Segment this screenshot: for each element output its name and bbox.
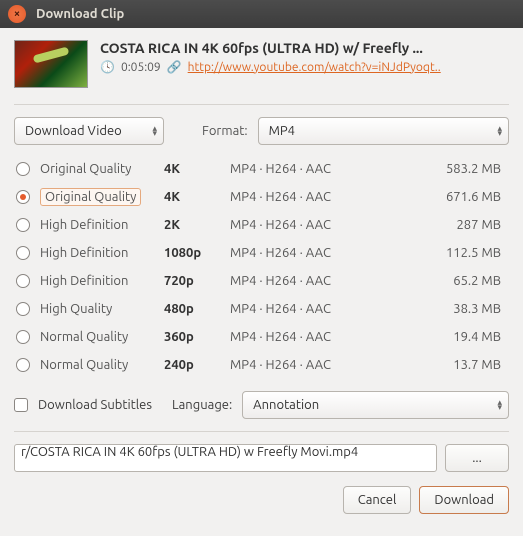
resolution: 1080p [164, 246, 230, 260]
quality-label: Normal Quality [40, 330, 164, 344]
quality-option[interactable]: Normal Quality 240p MP4 · H264 · AAC 13.… [14, 351, 509, 379]
radio-icon[interactable] [16, 330, 30, 344]
filesize: 38.3 MB [398, 302, 507, 316]
chevron-updown-icon: ▴▾ [497, 400, 502, 410]
radio-icon[interactable] [16, 358, 30, 372]
subtitles-checkbox[interactable] [14, 398, 28, 412]
output-path-input[interactable]: r/COSTA RICA IN 4K 60fps (ULTRA HD) w Fr… [14, 444, 437, 472]
separator [14, 104, 509, 105]
video-url[interactable]: http://www.youtube.com/watch?v=iNJdPyoqt… [188, 61, 441, 74]
codec: MP4 · H264 · AAC [230, 190, 398, 204]
codec: MP4 · H264 · AAC [230, 358, 398, 372]
download-button[interactable]: Download [419, 486, 509, 514]
resolution: 4K [164, 190, 230, 204]
language-select[interactable]: Annotation ▴▾ [242, 391, 509, 419]
close-icon[interactable]: × [8, 5, 26, 23]
codec: MP4 · H264 · AAC [230, 330, 398, 344]
quality-option[interactable]: High Definition 2K MP4 · H264 · AAC 287 … [14, 211, 509, 239]
quality-option[interactable]: Original Quality 4K MP4 · H264 · AAC 583… [14, 155, 509, 183]
quality-label: Original Quality [40, 188, 141, 206]
codec: MP4 · H264 · AAC [230, 218, 398, 232]
radio-icon[interactable] [16, 218, 30, 232]
chevron-updown-icon: ▴▾ [152, 126, 157, 136]
video-header: COSTA RICA IN 4K 60fps (ULTRA HD) w/ Fre… [14, 40, 509, 88]
filesize: 19.4 MB [398, 330, 507, 344]
radio-icon[interactable] [16, 302, 30, 316]
filesize: 112.5 MB [398, 246, 507, 260]
quality-option[interactable]: High Quality 480p MP4 · H264 · AAC 38.3 … [14, 295, 509, 323]
quality-label: Original Quality [40, 162, 164, 176]
filesize: 287 MB [398, 218, 507, 232]
browse-button[interactable]: ... [445, 444, 509, 472]
quality-label: Normal Quality [40, 358, 164, 372]
quality-option[interactable]: Normal Quality 360p MP4 · H264 · AAC 19.… [14, 323, 509, 351]
clock-icon: 🕓 [100, 60, 115, 74]
filesize: 65.2 MB [398, 274, 507, 288]
quality-option[interactable]: High Definition 1080p MP4 · H264 · AAC 1… [14, 239, 509, 267]
video-duration: 0:05:09 [121, 61, 161, 74]
video-thumbnail [14, 40, 88, 88]
language-label: Language: [172, 398, 232, 412]
radio-icon[interactable] [16, 274, 30, 288]
resolution: 720p [164, 274, 230, 288]
filesize: 583.2 MB [398, 162, 507, 176]
resolution: 480p [164, 302, 230, 316]
quality-option[interactable]: Original Quality 4K MP4 · H264 · AAC 671… [14, 183, 509, 211]
separator [14, 431, 509, 432]
chevron-updown-icon: ▴▾ [497, 126, 502, 136]
format-value: MP4 [269, 124, 295, 138]
codec: MP4 · H264 · AAC [230, 302, 398, 316]
quality-label: High Definition [40, 218, 164, 232]
quality-options: Original Quality 4K MP4 · H264 · AAC 583… [14, 155, 509, 379]
format-select[interactable]: MP4 ▴▾ [258, 117, 509, 145]
titlebar: × Download Clip [0, 0, 523, 28]
codec: MP4 · H264 · AAC [230, 246, 398, 260]
output-path-value: r/COSTA RICA IN 4K 60fps (ULTRA HD) w Fr… [21, 445, 358, 459]
radio-icon[interactable] [16, 190, 30, 204]
radio-icon[interactable] [16, 162, 30, 176]
quality-option[interactable]: High Definition 720p MP4 · H264 · AAC 65… [14, 267, 509, 295]
video-title: COSTA RICA IN 4K 60fps (ULTRA HD) w/ Fre… [100, 40, 509, 56]
subtitles-label: Download Subtitles [38, 398, 152, 412]
filesize: 671.6 MB [398, 190, 507, 204]
resolution: 2K [164, 218, 230, 232]
filesize: 13.7 MB [398, 358, 507, 372]
codec: MP4 · H264 · AAC [230, 274, 398, 288]
quality-label: High Quality [40, 302, 164, 316]
resolution: 360p [164, 330, 230, 344]
quality-label: High Definition [40, 274, 164, 288]
radio-icon[interactable] [16, 246, 30, 260]
download-mode-value: Download Video [25, 124, 122, 138]
cancel-button[interactable]: Cancel [343, 486, 412, 514]
link-icon: 🔗 [167, 60, 182, 74]
window-title: Download Clip [36, 7, 124, 21]
codec: MP4 · H264 · AAC [230, 162, 398, 176]
language-value: Annotation [253, 398, 319, 412]
download-mode-select[interactable]: Download Video ▴▾ [14, 117, 164, 145]
resolution: 240p [164, 358, 230, 372]
quality-label: High Definition [40, 246, 164, 260]
resolution: 4K [164, 162, 230, 176]
format-label: Format: [202, 124, 248, 138]
